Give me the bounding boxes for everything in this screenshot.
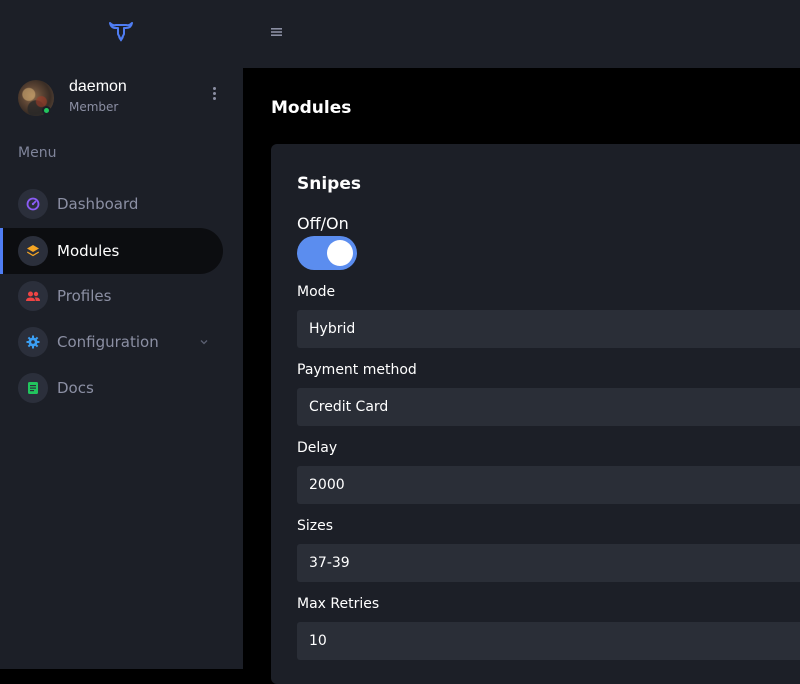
more-options-icon[interactable] [210,87,218,103]
max-retries-label: Max Retries [297,596,380,612]
top-bar [0,0,800,68]
mode-field[interactable]: Hybrid [297,310,800,348]
active-indicator [0,228,3,274]
max-retries-field[interactable]: 10 [297,622,800,660]
speedometer-icon [18,189,48,219]
sidebar: daemon Member Menu Dashboard Modules Pro… [0,68,243,669]
online-status-dot [42,106,51,115]
sidebar-item-modules[interactable]: Modules [0,228,223,274]
sizes-label: Sizes [297,518,334,534]
users-icon [18,281,48,311]
sizes-field[interactable]: 37-39 [297,544,800,582]
user-name: daemon [69,78,127,95]
sidebar-item-dashboard[interactable]: Dashboard [0,181,223,227]
page-title: Modules [271,98,352,118]
menu-section-label: Menu [18,145,57,161]
document-icon [18,373,48,403]
sidebar-item-profiles[interactable]: Profiles [0,273,223,319]
sidebar-item-configuration[interactable]: Configuration [0,319,223,365]
toggle-label: Off/On [297,214,349,233]
layers-icon [18,236,48,266]
on-off-toggle[interactable] [297,236,357,270]
gear-icon [18,327,48,357]
payment-method-label: Payment method [297,362,417,378]
sidebar-item-label: Configuration [57,333,159,351]
payment-method-field[interactable]: Credit Card [297,388,800,426]
card-title: Snipes [297,174,361,194]
sidebar-item-label: Profiles [57,287,112,305]
delay-label: Delay [297,440,338,456]
sidebar-item-docs[interactable]: Docs [0,365,223,411]
mode-label: Mode [297,284,336,300]
chevron-down-icon[interactable] [200,338,208,346]
module-card: Snipes Off/On Mode Hybrid Payment method… [271,144,800,684]
toggle-knob [327,240,353,266]
sidebar-item-label: Dashboard [57,195,139,213]
sidebar-item-label: Docs [57,379,94,397]
avatar[interactable] [18,80,54,116]
user-role: Member [69,100,119,114]
delay-field[interactable]: 2000 [297,466,800,504]
bull-logo-icon[interactable] [108,20,134,44]
sidebar-item-label: Modules [57,242,120,260]
hamburger-icon[interactable] [270,26,284,38]
